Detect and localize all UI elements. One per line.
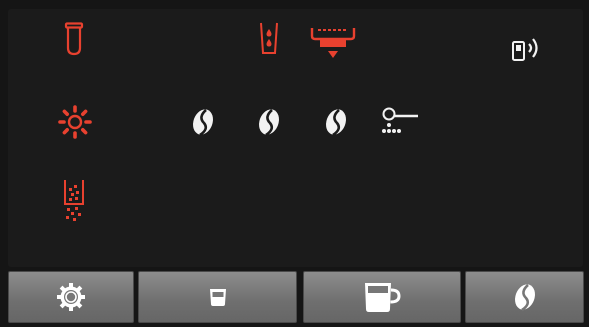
bluetooth-connection-icon <box>508 30 548 64</box>
bean-selection-button[interactable] <box>465 271 584 323</box>
status-screen <box>8 9 583 267</box>
grinder-ground-coffee-icon <box>380 105 420 139</box>
coffee-bean-icon <box>513 282 537 312</box>
bean-strength-icon <box>324 107 348 137</box>
grounds-container-icon <box>63 178 87 222</box>
bottom-button-bar <box>8 271 584 323</box>
rinse-sun-icon <box>58 105 92 139</box>
bean-strength-icon <box>191 107 215 137</box>
settings-button[interactable] <box>8 271 134 323</box>
bean-strength-icon <box>257 107 281 137</box>
small-cup-icon <box>208 287 228 307</box>
water-tank-icon <box>259 21 279 55</box>
mug-icon <box>363 281 401 313</box>
espresso-button[interactable] <box>138 271 297 323</box>
gear-icon <box>56 282 86 312</box>
drip-tray-icon <box>310 26 356 68</box>
filter-cartridge-icon <box>64 22 84 56</box>
coffee-mug-button[interactable] <box>303 271 461 323</box>
